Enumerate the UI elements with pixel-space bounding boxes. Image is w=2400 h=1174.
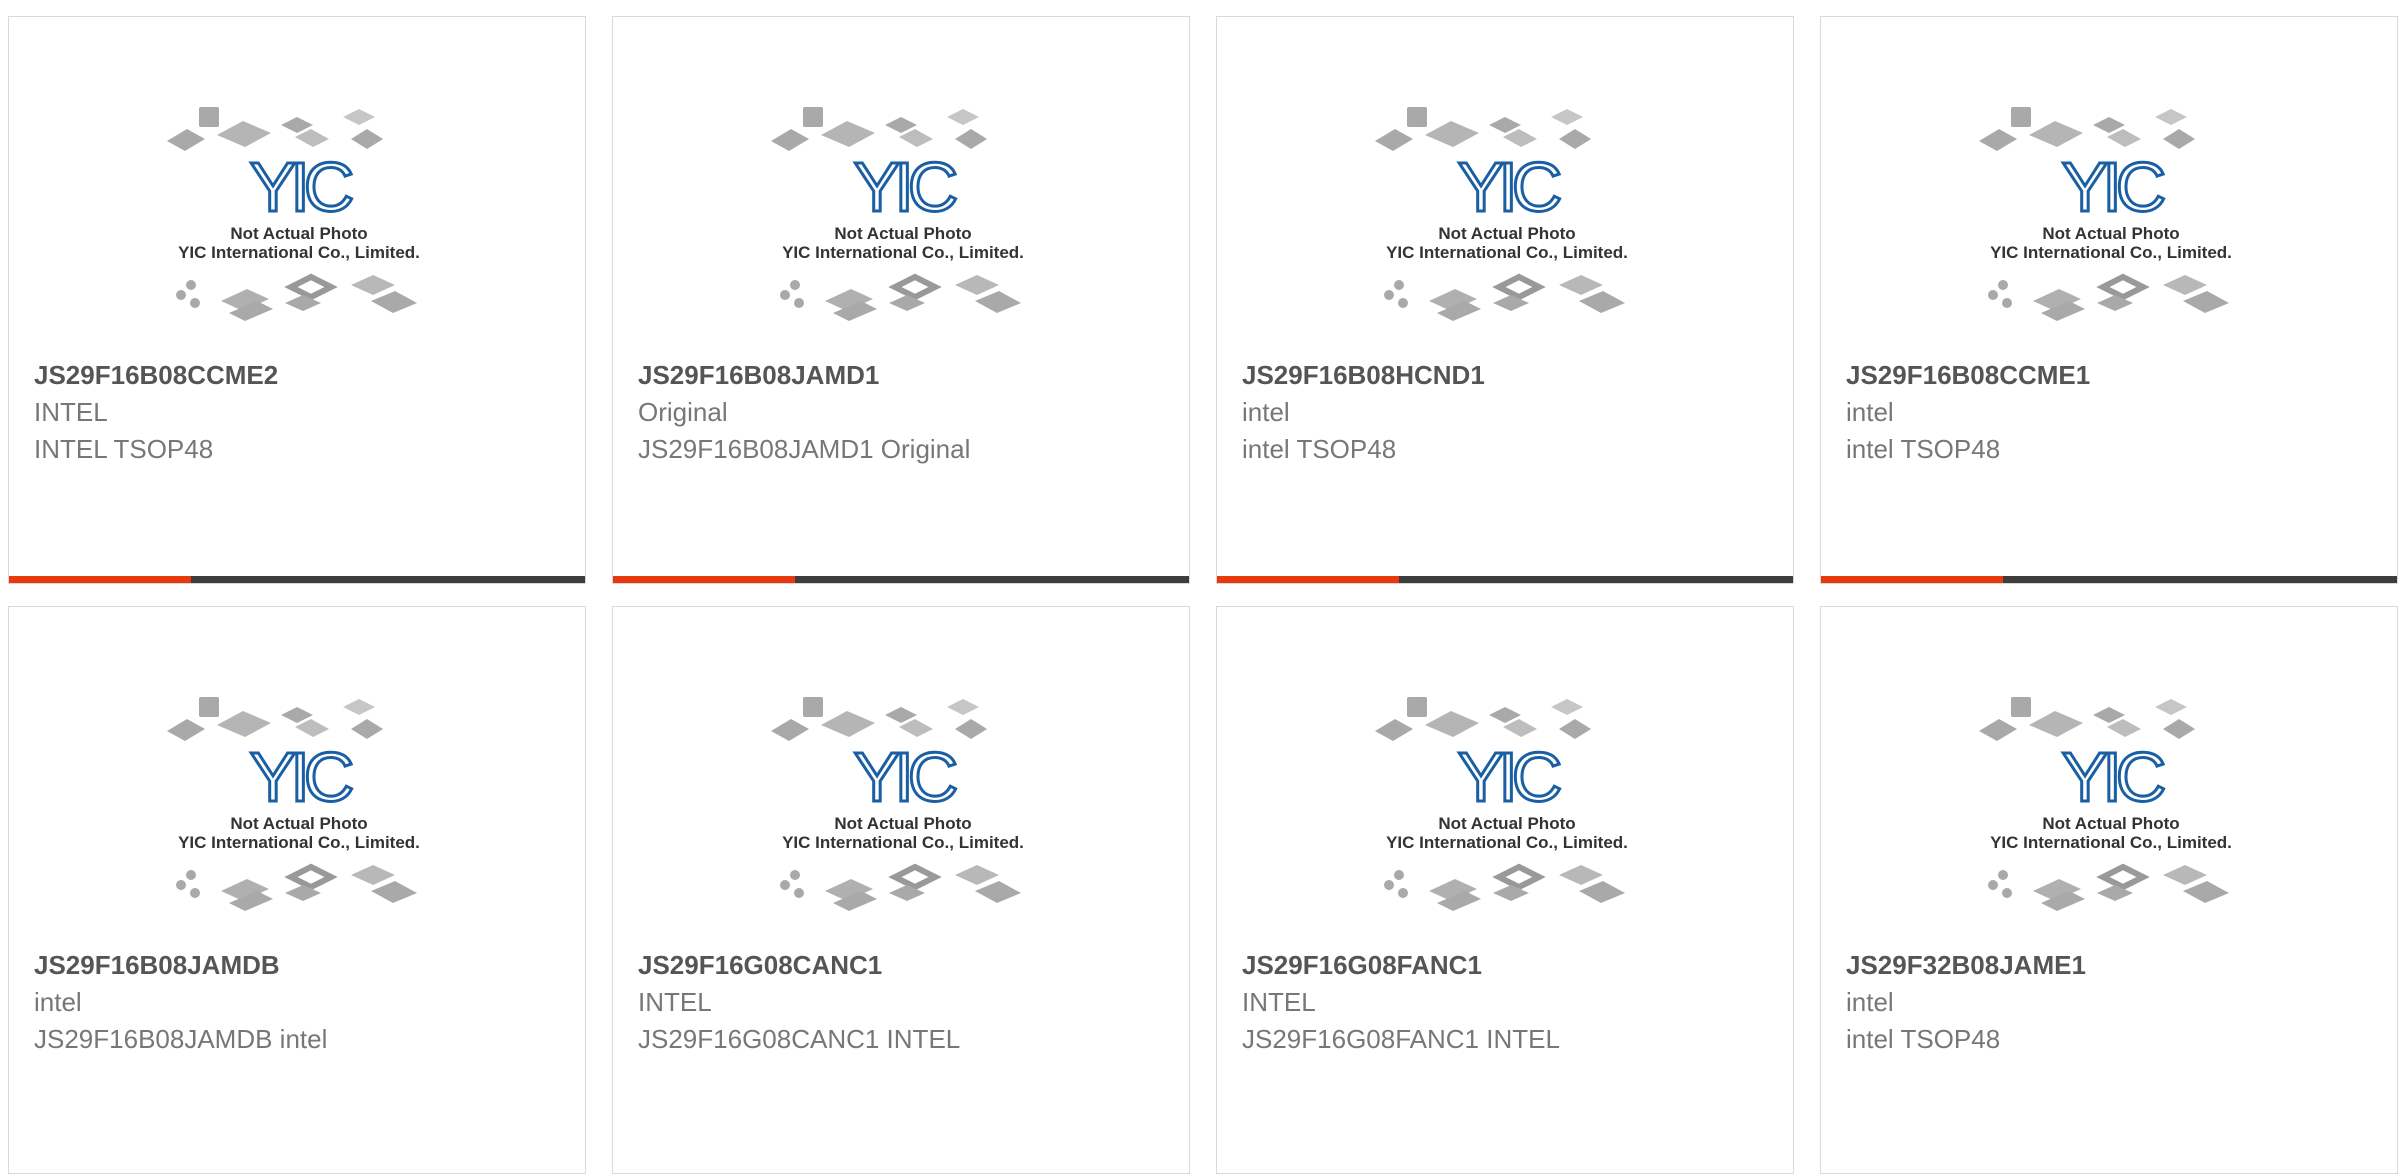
chip-icons-bottom [780, 863, 1021, 911]
description: JS29F16G08CANC1 INTEL [638, 1024, 961, 1054]
description: INTEL TSOP48 [34, 434, 214, 464]
product-grid: YIC Not Actual Photo YIC International C… [8, 16, 2398, 1174]
placeholder-line1: Not Actual Photo [2042, 224, 2179, 243]
brand: intel [1846, 397, 1894, 427]
product-info: JS29F16B08JAMDB intel JS29F16B08JAMDB in… [34, 947, 565, 1058]
description: JS29F16B08JAMDB intel [34, 1024, 328, 1054]
product-info: JS29F16B08CCME1 intel intel TSOP48 [1846, 357, 2377, 468]
placeholder-line1: Not Actual Photo [1438, 224, 1575, 243]
description: intel TSOP48 [1242, 434, 1397, 464]
logo-text: YIC [854, 738, 956, 816]
placeholder-image[interactable]: YIC Not Actual Photo YIC International C… [161, 689, 437, 949]
product-info: JS29F16B08HCND1 intel intel TSOP48 [1242, 357, 1773, 468]
part-number[interactable]: JS29F16B08JAMDB [34, 947, 565, 984]
description: intel TSOP48 [1846, 1024, 2001, 1054]
placeholder-line2: YIC International Co., Limited. [782, 243, 1024, 262]
chip-icons-bottom [1988, 273, 2229, 321]
logo-text: YIC [250, 148, 352, 226]
product-card[interactable]: YIC Not Actual Photo YIC International C… [612, 606, 1190, 1174]
accent-segment [9, 576, 191, 583]
placeholder-line2: YIC International Co., Limited. [178, 243, 420, 262]
placeholder-line2: YIC International Co., Limited. [1386, 243, 1628, 262]
brand: intel [34, 987, 82, 1017]
chip-icons-top [167, 107, 383, 151]
placeholder-line2: YIC International Co., Limited. [1386, 833, 1628, 852]
part-number[interactable]: JS29F16B08JAMD1 [638, 357, 1169, 394]
brand: intel [1242, 397, 1290, 427]
chip-icons-bottom [176, 273, 417, 321]
chip-icons-bottom [1384, 863, 1625, 911]
chip-icons-top [1375, 107, 1591, 151]
card-accent-bar [613, 576, 1189, 583]
placeholder-line2: YIC International Co., Limited. [782, 833, 1024, 852]
placeholder-line1: Not Actual Photo [230, 814, 367, 833]
chip-icons-top [167, 697, 383, 741]
product-card[interactable]: YIC Not Actual Photo YIC International C… [8, 16, 586, 584]
part-number[interactable]: JS29F32B08JAME1 [1846, 947, 2377, 984]
placeholder-image[interactable]: YIC Not Actual Photo YIC International C… [1369, 689, 1645, 949]
card-accent-bar [9, 576, 585, 583]
product-card[interactable]: YIC Not Actual Photo YIC International C… [1216, 16, 1794, 584]
product-info: JS29F16B08JAMD1 Original JS29F16B08JAMD1… [638, 357, 1169, 468]
part-number[interactable]: JS29F16B08CCME2 [34, 357, 565, 394]
logo-text: YIC [854, 148, 956, 226]
placeholder-image[interactable]: YIC Not Actual Photo YIC International C… [765, 99, 1041, 359]
description: JS29F16B08JAMD1 Original [638, 434, 971, 464]
card-accent-bar [1217, 576, 1793, 583]
product-card[interactable]: YIC Not Actual Photo YIC International C… [1216, 606, 1794, 1174]
placeholder-line2: YIC International Co., Limited. [1990, 833, 2232, 852]
placeholder-image[interactable]: YIC Not Actual Photo YIC International C… [765, 689, 1041, 949]
accent-segment [1821, 576, 2003, 583]
chip-icons-bottom [176, 863, 417, 911]
product-info: JS29F16B08CCME2 INTEL INTEL TSOP48 [34, 357, 565, 468]
brand: INTEL [638, 987, 712, 1017]
chip-icons-bottom [780, 273, 1021, 321]
part-number[interactable]: JS29F16G08FANC1 [1242, 947, 1773, 984]
placeholder-image[interactable]: YIC Not Actual Photo YIC International C… [161, 99, 437, 359]
placeholder-line1: Not Actual Photo [834, 814, 971, 833]
chip-icons-top [771, 107, 987, 151]
product-info: JS29F16G08CANC1 INTEL JS29F16G08CANC1 IN… [638, 947, 1169, 1058]
logo-text: YIC [1458, 738, 1560, 816]
placeholder-image[interactable]: YIC Not Actual Photo YIC International C… [1973, 689, 2249, 949]
placeholder-line2: YIC International Co., Limited. [1990, 243, 2232, 262]
chip-icons-bottom [1988, 863, 2229, 911]
part-number[interactable]: JS29F16G08CANC1 [638, 947, 1169, 984]
product-card[interactable]: YIC Not Actual Photo YIC International C… [8, 606, 586, 1174]
placeholder-image[interactable]: YIC Not Actual Photo YIC International C… [1369, 99, 1645, 359]
logo-text: YIC [250, 738, 352, 816]
placeholder-line1: Not Actual Photo [834, 224, 971, 243]
description: intel TSOP48 [1846, 434, 2001, 464]
brand: Original [638, 397, 728, 427]
logo-text: YIC [2062, 738, 2164, 816]
product-info: JS29F32B08JAME1 intel intel TSOP48 [1846, 947, 2377, 1058]
brand: intel [1846, 987, 1894, 1017]
chip-icons-top [1979, 697, 2195, 741]
placeholder-line1: Not Actual Photo [230, 224, 367, 243]
part-number[interactable]: JS29F16B08HCND1 [1242, 357, 1773, 394]
accent-segment [1217, 576, 1399, 583]
placeholder-line1: Not Actual Photo [2042, 814, 2179, 833]
description: JS29F16G08FANC1 INTEL [1242, 1024, 1560, 1054]
logo-text: YIC [1458, 148, 1560, 226]
part-number[interactable]: JS29F16B08CCME1 [1846, 357, 2377, 394]
placeholder-line2: YIC International Co., Limited. [178, 833, 420, 852]
product-card[interactable]: YIC Not Actual Photo YIC International C… [612, 16, 1190, 584]
chip-icons-top [1375, 697, 1591, 741]
product-card[interactable]: YIC Not Actual Photo YIC International C… [1820, 16, 2398, 584]
brand: INTEL [1242, 987, 1316, 1017]
card-accent-bar [1821, 576, 2397, 583]
placeholder-image[interactable]: YIC Not Actual Photo YIC International C… [1973, 99, 2249, 359]
chip-icons-top [1979, 107, 2195, 151]
brand: INTEL [34, 397, 108, 427]
logo-text: YIC [2062, 148, 2164, 226]
chip-icons-bottom [1384, 273, 1625, 321]
accent-segment [613, 576, 795, 583]
placeholder-line1: Not Actual Photo [1438, 814, 1575, 833]
chip-icons-top [771, 697, 987, 741]
product-card[interactable]: YIC Not Actual Photo YIC International C… [1820, 606, 2398, 1174]
product-info: JS29F16G08FANC1 INTEL JS29F16G08FANC1 IN… [1242, 947, 1773, 1058]
